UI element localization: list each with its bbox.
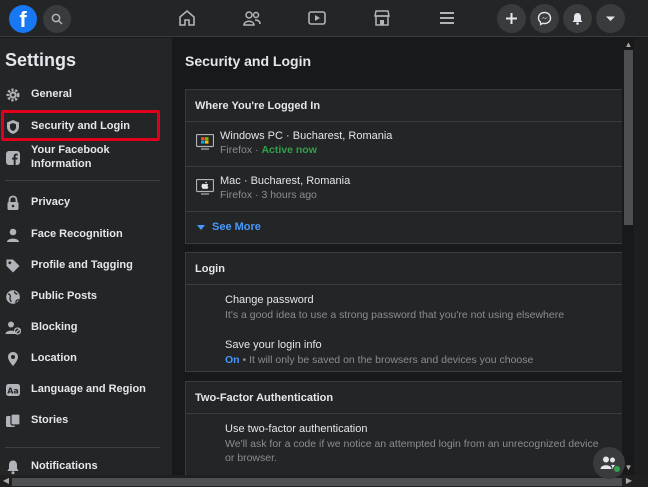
sidebar-item-label: General: [31, 88, 72, 100]
facebook-logo[interactable]: f: [9, 5, 37, 33]
sidebar-item-public-posts[interactable]: Public Posts: [0, 283, 172, 311]
sidebar-divider: [5, 447, 160, 448]
sidebar-item-face-recognition[interactable]: Face Recognition: [0, 221, 172, 249]
online-status-dot: [613, 465, 621, 473]
option-description: We'll ask for a code if we notice an att…: [225, 438, 599, 464]
face-icon: [7, 228, 19, 242]
session-status: Firefox · 3 hours ago: [220, 189, 317, 201]
watch-icon[interactable]: [307, 8, 327, 28]
block-user-icon: [5, 321, 21, 335]
panel-header: Where You're Logged In: [195, 100, 321, 112]
option-title: Save your login info: [225, 339, 322, 351]
session-device: Mac · Bucharest, Romania: [220, 175, 351, 187]
gear-icon: [6, 88, 20, 102]
sidebar-item-label: Profile and Tagging: [31, 259, 133, 271]
horizontal-scrollbar-thumb[interactable]: [12, 478, 622, 486]
sidebar-item-blocking[interactable]: Blocking: [0, 314, 172, 342]
messenger-button[interactable]: [530, 4, 559, 33]
window-edge: [634, 38, 648, 475]
lock-icon: [7, 195, 19, 210]
highlight-frame: [1, 110, 160, 141]
facebook-icon: [6, 151, 20, 165]
new-room-button[interactable]: [593, 447, 625, 479]
session-status: Firefox · Active now: [220, 144, 317, 156]
divider: [186, 413, 623, 414]
settings-sidebar: Settings General Security and Login Your…: [0, 38, 172, 487]
see-more-link[interactable]: See More: [212, 221, 261, 233]
menu-icon[interactable]: [437, 8, 457, 28]
account-menu-button[interactable]: [596, 4, 625, 33]
sidebar-item-privacy[interactable]: Privacy: [0, 189, 172, 217]
sidebar-item-label: Language and Region: [31, 383, 146, 395]
chevron-down-icon: [606, 16, 615, 21]
sidebar-item-label: Notifications: [31, 460, 98, 472]
logged-in-panel: Where You're Logged In Windows PC · Buch…: [185, 89, 623, 244]
friends-icon[interactable]: [242, 8, 262, 28]
sidebar-item-general[interactable]: General: [0, 81, 172, 109]
divider: [186, 284, 623, 285]
tag-icon: [6, 259, 20, 273]
divider: [186, 166, 623, 167]
apple-icon: [196, 179, 214, 195]
language-icon: Aa: [6, 384, 20, 396]
vertical-scrollbar-thumb[interactable]: [624, 50, 633, 225]
sidebar-item-label: Your Facebook Information: [31, 144, 110, 170]
sidebar-title: Settings: [5, 50, 77, 70]
sidebar-item-label: Face Recognition: [31, 228, 123, 240]
sidebar-item-language-and-region[interactable]: Aa Language and Region: [0, 376, 172, 404]
option-description: It's a good idea to use a strong passwor…: [225, 309, 565, 321]
sidebar-item-label: Stories: [31, 414, 69, 426]
sidebar-item-location[interactable]: Location: [0, 345, 172, 373]
two-factor-panel: Two-Factor Authentication Use two-factor…: [185, 381, 623, 481]
globe-icon: [6, 290, 20, 304]
home-icon[interactable]: [177, 8, 197, 28]
bell-icon: [7, 460, 19, 475]
option-title: Change password: [225, 294, 314, 306]
notifications-icon: [572, 13, 583, 25]
caret-down-icon: [197, 225, 205, 230]
login-panel: Login Change password It's a good idea t…: [185, 252, 623, 372]
scroll-up-arrow-icon[interactable]: ▲: [624, 40, 633, 49]
option-description: On • It will only be saved on the browse…: [225, 354, 534, 366]
windows-icon: [196, 134, 214, 150]
status-on: On: [225, 354, 240, 366]
page-title: Security and Login: [185, 53, 312, 69]
scroll-down-arrow-icon[interactable]: ▼: [624, 463, 633, 472]
search-button[interactable]: [43, 5, 71, 33]
panel-header: Two-Factor Authentication: [195, 392, 334, 404]
sidebar-divider: [5, 180, 160, 181]
messenger-icon: [537, 11, 552, 26]
marketplace-icon[interactable]: [372, 8, 392, 28]
search-icon: [51, 13, 63, 25]
panel-header: Login: [195, 263, 225, 275]
option-title: Use two-factor authentication: [225, 423, 368, 435]
sidebar-item-label: Blocking: [31, 321, 78, 333]
svg-text:Aa: Aa: [7, 387, 19, 396]
stories-icon: [6, 413, 21, 427]
sidebar-item-stories[interactable]: Stories: [0, 407, 172, 435]
location-pin-icon: [8, 352, 18, 366]
sidebar-item-profile-and-tagging[interactable]: Profile and Tagging: [0, 252, 172, 280]
sidebar-item-label: Public Posts: [31, 290, 98, 302]
session-device: Windows PC · Bucharest, Romania: [220, 130, 393, 142]
sidebar-item-label: Location: [31, 352, 77, 364]
create-icon: [506, 13, 517, 24]
scroll-left-arrow-icon[interactable]: ◀: [1, 476, 11, 486]
divider: [186, 121, 623, 122]
top-navigation-bar: f: [0, 0, 648, 37]
main-content: Security and Login Where You're Logged I…: [172, 38, 623, 481]
divider: [186, 211, 623, 212]
scroll-right-arrow-icon[interactable]: ▶: [624, 476, 634, 486]
notifications-button[interactable]: [563, 4, 592, 33]
sidebar-item-label: Privacy: [31, 196, 71, 208]
create-button[interactable]: [497, 4, 526, 33]
sidebar-item-your-facebook-information[interactable]: Your Facebook Information: [0, 144, 172, 172]
